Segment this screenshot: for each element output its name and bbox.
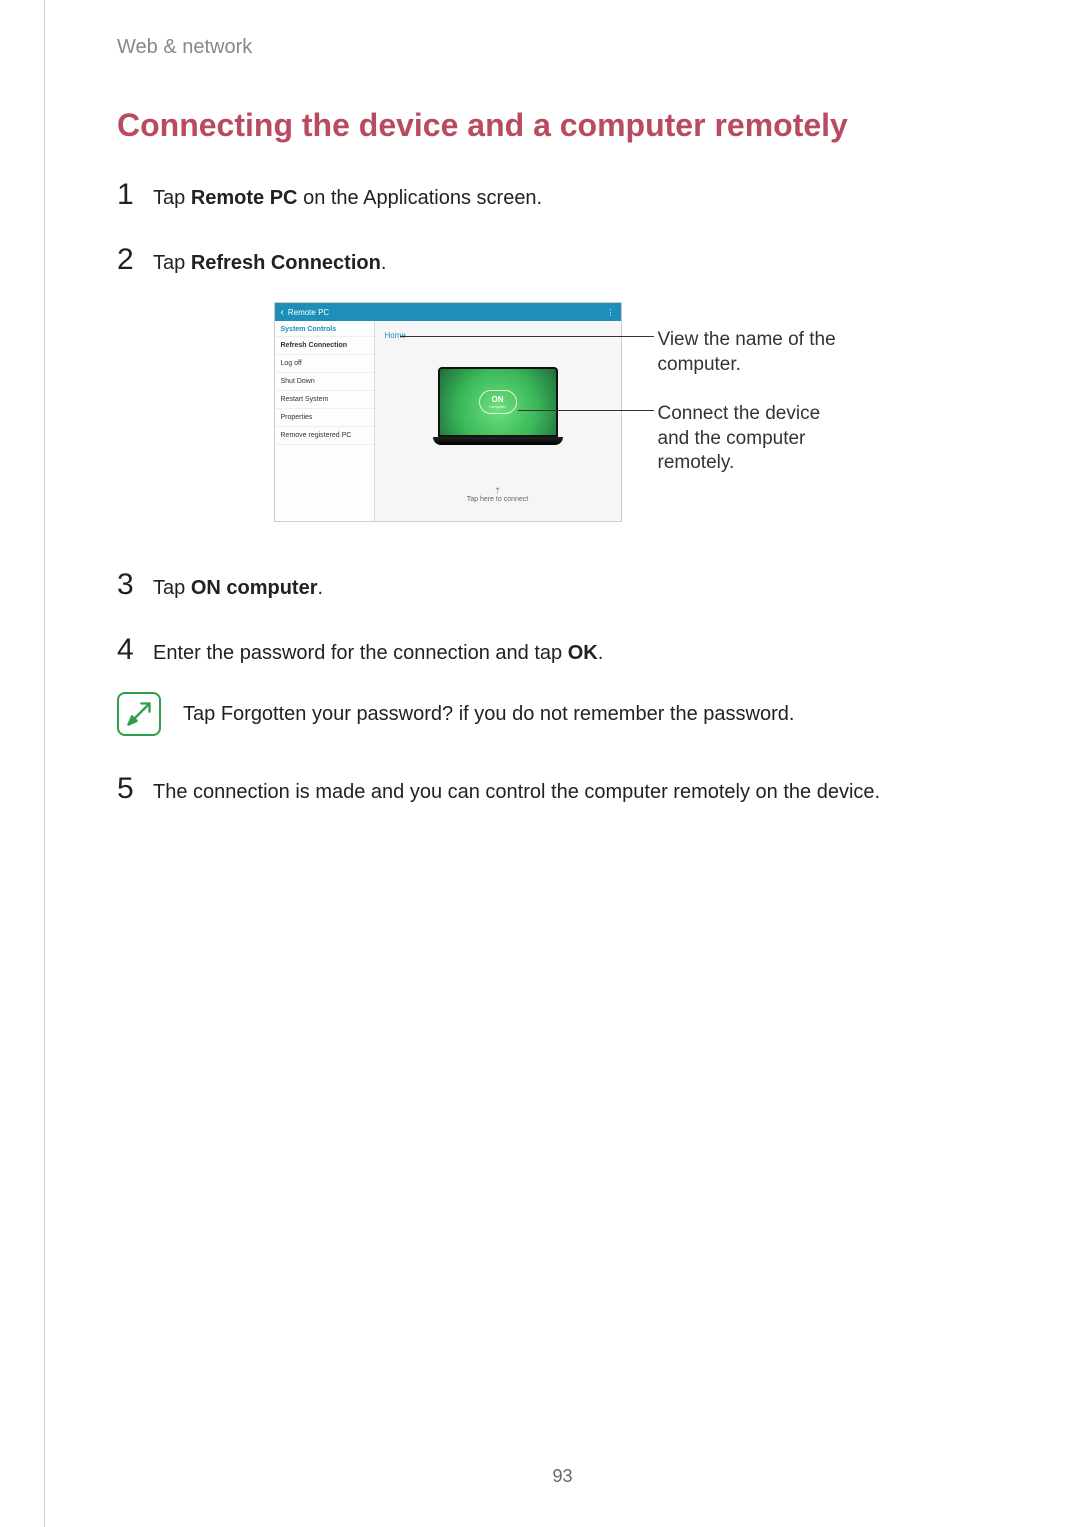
on-sublabel: computer: [489, 404, 506, 409]
laptop-illustration: ON computer: [433, 367, 563, 445]
step-text: Tap: [153, 187, 191, 209]
step-text: .: [318, 577, 324, 599]
step-text: Tap: [153, 577, 191, 599]
chevron-left-icon: ‹: [281, 307, 284, 318]
step-5: 5 The connection is made and you can con…: [117, 766, 1008, 811]
step-bold: Refresh Connection: [191, 252, 381, 274]
step-bold: OK: [568, 642, 598, 664]
leader-line: [400, 336, 654, 337]
tap-connect-label: Tap here to connect: [467, 496, 529, 503]
back-button[interactable]: ‹ Remote PC: [281, 307, 330, 318]
step-1: 1 Tap Remote PC on the Applications scre…: [117, 172, 1008, 217]
menu-icon[interactable]: ⋮: [607, 308, 615, 317]
sidebar-heading: System Controls: [275, 321, 374, 337]
step-number: 1: [117, 172, 153, 217]
step-text: .: [381, 252, 387, 274]
step-4: 4 Enter the password for the connection …: [117, 627, 1008, 672]
step-number: 5: [117, 766, 153, 811]
step-bold: Remote PC: [191, 187, 298, 209]
page-number: 93: [552, 1466, 572, 1487]
breadcrumb: Web & network: [117, 36, 1008, 59]
callout-computer-name: View the name of the computer.: [658, 328, 852, 377]
note: Tap Forgotten your password? if you do n…: [117, 692, 1008, 736]
app-main: Home ON computer ⇡: [375, 321, 621, 521]
on-label: ON: [492, 395, 504, 404]
note-text: if you do not remember the password.: [453, 703, 794, 725]
arrow-up-icon: ⇡: [467, 487, 529, 496]
app-titlebar: ‹ Remote PC ⋮: [275, 303, 621, 321]
sidebar-item-properties[interactable]: Properties: [275, 409, 374, 427]
sidebar-item-refresh[interactable]: Refresh Connection: [275, 337, 374, 355]
app-screenshot: ‹ Remote PC ⋮ System Controls Refresh Co…: [274, 302, 622, 522]
callout-connect: Connect the device and the computer remo…: [658, 402, 852, 476]
step-number: 2: [117, 237, 153, 282]
step-text: on the Applications screen.: [298, 187, 543, 209]
on-computer-button[interactable]: ON computer: [479, 390, 517, 414]
app-title: Remote PC: [288, 308, 329, 317]
step-number: 3: [117, 562, 153, 607]
leader-line: [518, 410, 654, 411]
note-bold: Forgotten your password?: [221, 703, 453, 725]
sidebar-item-remove[interactable]: Remove registered PC: [275, 427, 374, 445]
step-text: .: [598, 642, 604, 664]
figure: ‹ Remote PC ⋮ System Controls Refresh Co…: [117, 302, 1008, 522]
sidebar-item-shutdown[interactable]: Shut Down: [275, 373, 374, 391]
step-number: 4: [117, 627, 153, 672]
step-text: Tap: [153, 252, 191, 274]
page-title: Connecting the device and a computer rem…: [117, 107, 1008, 144]
sidebar-item-restart[interactable]: Restart System: [275, 391, 374, 409]
app-sidebar: System Controls Refresh Connection Log o…: [275, 321, 375, 521]
step-text: Enter the password for the connection an…: [153, 642, 568, 664]
tap-to-connect[interactable]: ⇡ Tap here to connect: [467, 487, 529, 503]
step-text: The connection is made and you can contr…: [153, 781, 880, 803]
sidebar-item-logoff[interactable]: Log off: [275, 355, 374, 373]
step-3: 3 Tap ON computer.: [117, 562, 1008, 607]
step-bold: ON computer: [191, 577, 318, 599]
note-icon: [117, 692, 161, 736]
step-2: 2 Tap Refresh Connection.: [117, 237, 1008, 282]
note-text: Tap: [183, 703, 221, 725]
